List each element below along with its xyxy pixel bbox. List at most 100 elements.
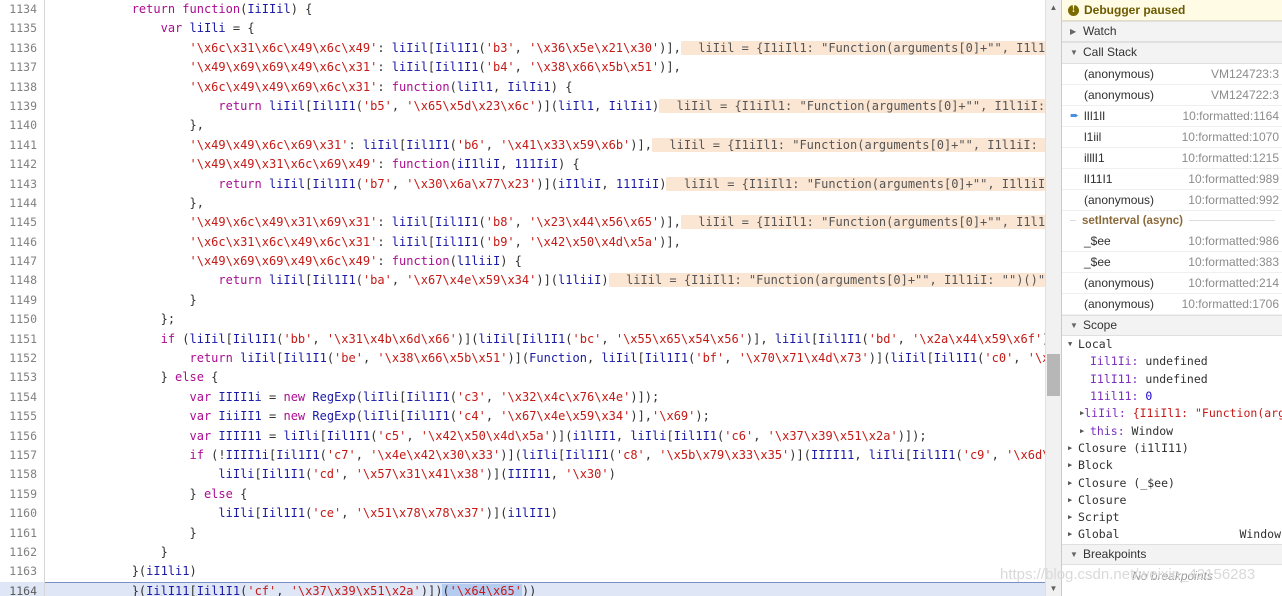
line-number[interactable]: 1151 xyxy=(0,330,44,349)
code-line[interactable]: return liIil[Iil1I1('ba', '\x67\x4e\x59\… xyxy=(45,271,1045,290)
code-line[interactable]: '\x49\x49\x6c\x69\x31': liIil[Iil1I1('b6… xyxy=(45,136,1045,155)
code-line[interactable]: liIli[Iil1I1('ce', '\x51\x78\x78\x37')](… xyxy=(45,504,1045,523)
line-number[interactable]: 1137 xyxy=(0,58,44,77)
scope-node-row[interactable]: ▶ Closure (_$ee) xyxy=(1062,475,1282,492)
call-stack-frame[interactable]: (anonymous) 10:formatted:992 xyxy=(1062,190,1282,211)
line-number[interactable]: 1145 xyxy=(0,213,44,232)
code-line[interactable]: liIli[Iil1I1('cd', '\x57\x31\x41\x38')](… xyxy=(45,465,1045,484)
scope-node-row[interactable]: ▶ Closure (i1lI11) xyxy=(1062,440,1282,457)
line-number[interactable]: 1139 xyxy=(0,97,44,116)
code-editor[interactable]: 1134 1135 1136 1137 1138 1139 1140 1141 1142 1143… xyxy=(0,0,1045,596)
scope-node-row[interactable]: ▼ Local xyxy=(1062,336,1282,353)
call-stack-frame[interactable]: (anonymous) 10:formatted:1706 xyxy=(1062,294,1282,315)
line-number[interactable]: 1161 xyxy=(0,524,44,543)
scope-property-row[interactable]: I1lI11: undefined xyxy=(1062,371,1282,388)
line-number[interactable]: 1138 xyxy=(0,78,44,97)
line-number[interactable]: 1150 xyxy=(0,310,44,329)
code-line[interactable]: var IIII1i = new RegExp(liIli[Iil1I1('c3… xyxy=(45,388,1045,407)
code-line[interactable]: var IIII11 = liIli[Iil1I1('c5', '\x42\x5… xyxy=(45,427,1045,446)
code-line[interactable]: var liIli = { xyxy=(45,19,1045,38)
line-number[interactable]: 1162 xyxy=(0,543,44,562)
code-line[interactable]: } xyxy=(45,524,1045,543)
line-number[interactable]: 1143 xyxy=(0,175,44,194)
code-line[interactable]: } else { xyxy=(45,485,1045,504)
chevron-down-icon[interactable]: ▼ xyxy=(1068,336,1078,353)
line-number[interactable]: 1142 xyxy=(0,155,44,174)
code-line[interactable]: return liIil[Iil1I1('b7', '\x30\x6a\x77\… xyxy=(45,175,1045,194)
code-line[interactable]: }, xyxy=(45,194,1045,213)
call-stack-frame[interactable]: illlI1 10:formatted:1215 xyxy=(1062,148,1282,169)
code-line[interactable]: '\x6c\x31\x6c\x49\x6c\x31': liIil[Iil1I1… xyxy=(45,233,1045,252)
scope-property-row[interactable]: ▶ this: Window xyxy=(1062,423,1282,440)
line-number[interactable]: 1147 xyxy=(0,252,44,271)
chevron-right-icon[interactable]: ▶ xyxy=(1068,492,1078,509)
line-number[interactable]: 1158 xyxy=(0,465,44,484)
line-number-gutter[interactable]: 1134 1135 1136 1137 1138 1139 1140 1141 1142 1143… xyxy=(0,0,45,596)
chevron-right-icon[interactable]: ▶ xyxy=(1068,457,1078,474)
line-number[interactable]: 1141 xyxy=(0,136,44,155)
call-stack-frame[interactable]: (anonymous) VM124723:3 xyxy=(1062,64,1282,85)
line-number[interactable]: 1159 xyxy=(0,485,44,504)
call-stack-frame[interactable]: (anonymous) VM124722:3 xyxy=(1062,85,1282,106)
chevron-right-icon[interactable]: ▶ xyxy=(1080,423,1090,440)
line-number[interactable]: 1153 xyxy=(0,368,44,387)
code-line[interactable]: return liIil[Iil1I1('b5', '\x65\x5d\x23\… xyxy=(45,97,1045,116)
code-line[interactable]: }(iI1li1) xyxy=(45,562,1045,581)
scope-property-row[interactable]: 11il11: 0 xyxy=(1062,388,1282,405)
call-stack-section-header[interactable]: ▼ Call Stack xyxy=(1062,42,1282,64)
editor-vertical-scrollbar[interactable]: ▲ ▼ xyxy=(1045,0,1061,596)
code-line[interactable]: '\x49\x69\x69\x49\x6c\x31': liIil[Iil1I1… xyxy=(45,58,1045,77)
line-number[interactable]: 1134 xyxy=(0,0,44,19)
code-line[interactable]: }, xyxy=(45,116,1045,135)
code-line[interactable]: '\x49\x49\x31\x6c\x69\x49': function(iI1… xyxy=(45,155,1045,174)
line-number[interactable]: 1154 xyxy=(0,388,44,407)
line-number[interactable]: 1148 xyxy=(0,271,44,290)
call-stack-frame[interactable]: lI11I1 10:formatted:989 xyxy=(1062,169,1282,190)
line-number[interactable]: 1164 xyxy=(0,581,44,596)
scrollbar-thumb[interactable] xyxy=(1047,354,1060,396)
line-number[interactable]: 1163 xyxy=(0,562,44,581)
chevron-right-icon[interactable]: ▶ xyxy=(1068,509,1078,526)
code-line[interactable]: return liIil[Iil1I1('be', '\x38\x66\x5b\… xyxy=(45,349,1046,368)
line-number[interactable]: 1136 xyxy=(0,39,44,58)
call-stack-frame[interactable]: ➨ lIl1lI 10:formatted:1164 xyxy=(1062,106,1282,127)
line-number[interactable]: 1160 xyxy=(0,504,44,523)
line-number[interactable]: 1156 xyxy=(0,427,44,446)
scope-node-row[interactable]: ▶ Closure xyxy=(1062,492,1282,509)
breakpoints-section-header[interactable]: ▼ Breakpoints xyxy=(1062,543,1282,566)
code-line[interactable]: }; xyxy=(45,310,1045,329)
line-number[interactable]: 1152 xyxy=(0,349,44,368)
chevron-right-icon[interactable]: ▶ xyxy=(1068,526,1078,543)
code-line[interactable]: '\x49\x69\x69\x49\x6c\x49': function(l1l… xyxy=(45,252,1045,271)
code-content[interactable]: return function(IiIIil) { var liIli = { … xyxy=(45,0,1045,596)
code-line[interactable]: '\x49\x6c\x49\x31\x69\x31': liIil[Iil1I1… xyxy=(45,213,1045,232)
scope-property-row[interactable]: Iil1Ii: undefined xyxy=(1062,353,1282,370)
code-line[interactable]: var IiiII1 = new RegExp(liIli[Iil1I1('c4… xyxy=(45,407,1045,426)
chevron-right-icon[interactable]: ▶ xyxy=(1068,475,1078,492)
watch-section-header[interactable]: ▶ Watch xyxy=(1062,21,1282,43)
line-number[interactable]: 1149 xyxy=(0,291,44,310)
scope-section-header[interactable]: ▼ Scope xyxy=(1062,314,1282,337)
code-line[interactable]: if (!IIII1i[Iil1I1('c7', '\x4e\x42\x30\x… xyxy=(45,446,1046,465)
code-line-active[interactable]: }(IilI11[Iil1I1 ('cf', '\x37\x39\x51\x2a'… xyxy=(45,581,1045,596)
line-number[interactable]: 1135 xyxy=(0,19,44,38)
code-line[interactable]: '\x6c\x31\x6c\x49\x6c\x49': liIil[Iil1I1… xyxy=(45,39,1045,58)
scope-node-row[interactable]: ▶ Script xyxy=(1062,509,1282,526)
line-number[interactable]: 1144 xyxy=(0,194,44,213)
line-number[interactable]: 1155 xyxy=(0,407,44,426)
call-stack-frame[interactable]: l1iil 10:formatted:1070 xyxy=(1062,127,1282,148)
scope-node-row[interactable]: ▶ Global Window xyxy=(1062,526,1282,543)
scroll-down-arrow-icon[interactable]: ▼ xyxy=(1046,581,1061,596)
line-number[interactable]: 1146 xyxy=(0,233,44,252)
call-stack-frame[interactable]: (anonymous) 10:formatted:214 xyxy=(1062,273,1282,294)
call-stack-frame[interactable]: _$ee 10:formatted:986 xyxy=(1062,231,1282,252)
line-number[interactable]: 1140 xyxy=(0,116,44,135)
call-stack-frame[interactable]: _$ee 10:formatted:383 xyxy=(1062,252,1282,273)
scope-node-row[interactable]: ▶ Block xyxy=(1062,457,1282,474)
code-line[interactable]: } xyxy=(45,291,1045,310)
chevron-right-icon[interactable]: ▶ xyxy=(1068,440,1078,457)
code-line[interactable]: '\x6c\x49\x49\x69\x6c\x31': function(liI… xyxy=(45,78,1045,97)
code-line[interactable]: } xyxy=(45,543,1045,562)
scope-property-row[interactable]: ▶ liIil: {I1iIl1: "Function(arg… xyxy=(1062,405,1282,422)
line-number[interactable]: 1157 xyxy=(0,446,44,465)
